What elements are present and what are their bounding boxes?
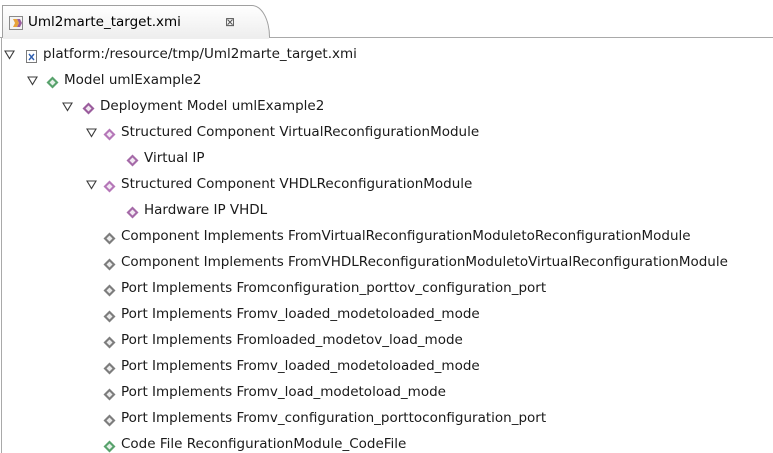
tree-node[interactable]: Port Implements Fromconfiguration_portto… [0,278,773,304]
tree-node[interactable]: Model umlExample2 [0,70,773,96]
tree-node-label: Port Implements Fromv_loaded_modetoloade… [121,358,480,374]
editor-tab[interactable]: Uml2marte_target.xmi ⊠ [2,5,270,37]
tree-node[interactable]: Component Implements FromVHDLReconfigura… [0,252,773,278]
diamond-icon [126,154,139,167]
tree-node[interactable]: Code File ReconfigurationModule_CodeFile [0,434,773,453]
diamond-icon [82,102,95,115]
diamond-icon [103,128,116,141]
tree-node-label: Component Implements FromVirtualReconfig… [121,228,691,244]
active-tab-join [3,36,269,39]
expanded-chevron-icon[interactable] [27,76,38,86]
diamond-icon [103,258,116,271]
tree-node-label: Structured Component VirtualReconfigurat… [121,124,480,140]
tree-node[interactable]: Structured Component VHDLReconfiguration… [0,174,773,200]
tree-node[interactable]: Port Implements Fromv_configuration_port… [0,408,773,434]
diamond-icon [103,310,116,323]
tree-node-label: platform:/resource/tmp/Uml2marte_target.… [43,46,357,62]
tree-node-label: Port Implements Fromloaded_modetov_load_… [121,332,463,348]
editor-tab-strip: Uml2marte_target.xmi ⊠ [0,0,773,39]
tree-node[interactable]: Structured Component VirtualReconfigurat… [0,122,773,148]
tree-node-label: Code File ReconfigurationModule_CodeFile [121,436,407,452]
tree-node-label: Port Implements Fromv_configuration_port… [121,410,547,426]
tree-node[interactable]: Virtual IP [0,148,773,174]
tree-node[interactable]: Component Implements FromVirtualReconfig… [0,226,773,252]
diamond-icon [103,388,116,401]
diamond-icon [103,362,116,375]
tree-node[interactable]: Port Implements Fromv_load_modetoload_mo… [0,382,773,408]
expanded-chevron-icon[interactable] [62,102,73,112]
editor-tab-title: Uml2marte_target.xmi [28,14,181,30]
tree-node-label: Model umlExample2 [64,72,202,88]
diamond-icon [103,232,116,245]
tree-node-label: Port Implements Fromv_load_modetoload_mo… [121,384,446,400]
diamond-icon [126,206,139,219]
tree-node[interactable]: Port Implements Fromv_loaded_modetoloade… [0,304,773,330]
tree-node[interactable]: Deployment Model umlExample2 [0,96,773,122]
tree-node-label: Port Implements Fromconfiguration_portto… [121,280,547,296]
diamond-icon [103,414,116,427]
expanded-chevron-icon[interactable] [86,180,97,190]
diamond-icon [103,336,116,349]
tree-node-label: Virtual IP [144,150,205,166]
tree-node[interactable]: Port Implements Fromv_loaded_modetoloade… [0,356,773,382]
tree-node-label: Hardware IP VHDL [144,202,268,218]
tree-node[interactable]: Port Implements Fromloaded_modetov_load_… [0,330,773,356]
expanded-chevron-icon[interactable] [4,50,15,60]
tree-node-label: Structured Component VHDLReconfiguration… [121,176,473,192]
diamond-icon [103,284,116,297]
tree-node-label: Component Implements FromVHDLReconfigura… [121,254,728,270]
expanded-chevron-icon[interactable] [86,128,97,138]
diamond-icon [103,440,116,453]
diamond-icon [103,180,116,193]
tree-node[interactable]: Hardware IP VHDL [0,200,773,226]
diamond-icon [46,76,59,89]
xmi-editor-icon [9,16,23,30]
tree-node-label: Port Implements Fromv_loaded_modetoloade… [121,306,480,322]
tree-node[interactable]: platform:/resource/tmp/Uml2marte_target.… [0,44,773,70]
close-tab-icon[interactable]: ⊠ [225,15,235,29]
xmi-resource-icon [26,50,37,63]
xmi-editor: Uml2marte_target.xmi ⊠ platform:/resourc… [0,0,773,453]
resource-tree: platform:/resource/tmp/Uml2marte_target.… [0,44,773,453]
tree-node-label: Deployment Model umlExample2 [100,98,325,114]
